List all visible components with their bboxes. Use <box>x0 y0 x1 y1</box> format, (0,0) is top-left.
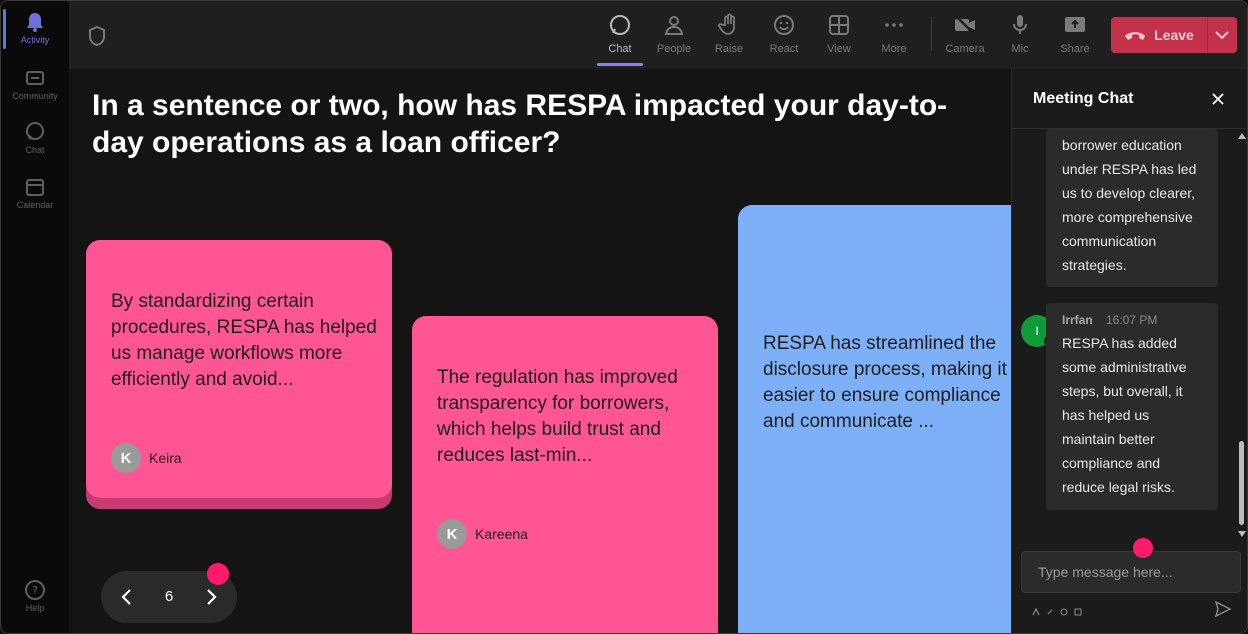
card-author: K Kareena <box>437 519 528 549</box>
more-dots-icon <box>885 23 903 27</box>
bell-icon <box>27 13 43 32</box>
svg-text:?: ? <box>32 584 38 597</box>
rail-item-calendar[interactable]: Calendar <box>1 176 69 210</box>
leave-button[interactable]: Leave <box>1111 17 1237 53</box>
rail-item-chat[interactable]: Chat <box>1 121 69 155</box>
camera-label: Camera <box>945 43 985 55</box>
response-card[interactable]: The regulation has improved transparency… <box>412 316 718 633</box>
chat-button[interactable]: Chat <box>595 11 645 63</box>
chat-label: Chat <box>608 43 632 55</box>
calendar-icon <box>26 179 44 196</box>
meeting-chat-panel: Meeting Chat borrower education under RE… <box>1011 69 1247 633</box>
card-text: The regulation has improved transparency… <box>437 367 678 466</box>
avatar: K <box>111 443 141 473</box>
card-text: RESPA has streamlined the disclosure pro… <box>763 333 1007 432</box>
share-button[interactable]: Share <box>1050 11 1100 63</box>
attach-icon[interactable] <box>1046 603 1054 615</box>
share-screen-icon <box>1065 17 1085 32</box>
mic-button[interactable]: Mic <box>995 11 1045 63</box>
avatar: K <box>437 519 467 549</box>
response-card[interactable]: By standardizing certain procedures, RES… <box>86 240 392 498</box>
message-text: RESPA has added some administrative step… <box>1062 335 1187 495</box>
author-name: Kareena <box>475 526 528 542</box>
app-rail: Activity Community Chat Calendar ? Help <box>1 1 69 633</box>
scroll-up-arrow[interactable] <box>1238 133 1246 139</box>
rail-item-label: Activity <box>20 35 50 45</box>
rail-item-community[interactable]: Community <box>1 67 69 101</box>
message-text: borrower education under RESPA has led u… <box>1062 137 1197 273</box>
microphone-icon <box>1013 15 1027 34</box>
teams-meeting-window: Activity Community Chat Calendar ? Help … <box>0 0 1248 634</box>
author-name: Keira <box>149 450 182 466</box>
toolbar-separator <box>931 17 932 51</box>
chat-scrollbar[interactable] <box>1235 131 1247 543</box>
question-title: In a sentence or two, how has RESPA impa… <box>92 89 948 159</box>
raise-label: Raise <box>714 43 744 55</box>
rail-item-activity[interactable]: Activity <box>1 11 69 45</box>
page-number: 6 <box>164 588 174 605</box>
emoji-icon[interactable] <box>1060 603 1068 616</box>
close-icon[interactable] <box>1210 91 1226 107</box>
chat-message: Irrfan 16:07 PM RESPA has added some adm… <box>1046 303 1218 510</box>
share-label: Share <box>1060 43 1090 55</box>
card-text: By standardizing certain procedures, RES… <box>111 291 377 390</box>
send-icon[interactable] <box>1214 600 1232 618</box>
rail-item-help[interactable]: ? Help <box>1 579 69 613</box>
camera-off-icon <box>955 15 975 35</box>
people-icon <box>664 16 684 35</box>
format-icon[interactable] <box>1032 603 1040 616</box>
camera-button[interactable]: Camera <box>940 11 990 63</box>
chat-icon <box>26 122 44 140</box>
chat-message-input[interactable] <box>1021 551 1241 593</box>
chat-title: Meeting Chat <box>1033 90 1134 107</box>
raise-hand-icon <box>718 13 735 35</box>
notification-dot <box>207 563 229 585</box>
community-icon <box>26 71 44 85</box>
people-label: People <box>656 43 692 55</box>
react-button[interactable]: React <box>759 11 809 63</box>
smiley-icon <box>774 15 794 35</box>
view-button[interactable]: View <box>814 11 864 63</box>
mic-label: Mic <box>1011 43 1029 55</box>
chevron-left-icon[interactable] <box>117 586 137 608</box>
chat-message: borrower education under RESPA has led u… <box>1046 129 1218 287</box>
format-toolbar <box>1032 603 1082 616</box>
leave-label: Leave <box>1154 27 1194 43</box>
raise-hand-button[interactable]: Raise <box>704 11 754 63</box>
chat-bubble-icon <box>610 15 630 35</box>
message-author: Irrfan <box>1062 313 1093 327</box>
gif-icon[interactable] <box>1074 603 1082 616</box>
response-card[interactable]: RESPA has streamlined the disclosure pro… <box>738 205 1011 633</box>
shield-icon[interactable] <box>87 25 107 47</box>
active-tab-underline <box>597 63 643 66</box>
people-button[interactable]: People <box>649 11 699 63</box>
help-icon: ? <box>25 580 45 600</box>
react-label: React <box>769 43 799 55</box>
more-button[interactable]: More <box>869 11 919 63</box>
chevron-down-icon[interactable] <box>1213 27 1231 43</box>
rail-item-label: Calendar <box>16 200 54 210</box>
view-label: View <box>827 43 851 55</box>
message-time: 16:07 PM <box>1106 313 1158 327</box>
scroll-thumb[interactable] <box>1239 441 1244 525</box>
hang-up-icon <box>1125 32 1146 40</box>
rail-item-label: Help <box>25 603 45 613</box>
card-author: K Keira <box>111 443 182 473</box>
more-label: More <box>881 43 907 55</box>
rail-item-label: Chat <box>25 145 45 155</box>
grid-view-icon <box>829 15 849 35</box>
notification-dot <box>1133 538 1153 558</box>
chevron-right-icon[interactable] <box>201 586 221 608</box>
leave-main[interactable]: Leave <box>1111 17 1207 53</box>
presentation-stage: In a sentence or two, how has RESPA impa… <box>69 69 1011 633</box>
scroll-down-arrow[interactable] <box>1238 531 1246 537</box>
rail-item-label: Community <box>12 91 58 101</box>
leave-divider <box>1207 17 1208 53</box>
meeting-toolbar: Chat People Raise React View More Camera <box>69 1 1247 69</box>
chat-header: Meeting Chat <box>1012 69 1247 129</box>
